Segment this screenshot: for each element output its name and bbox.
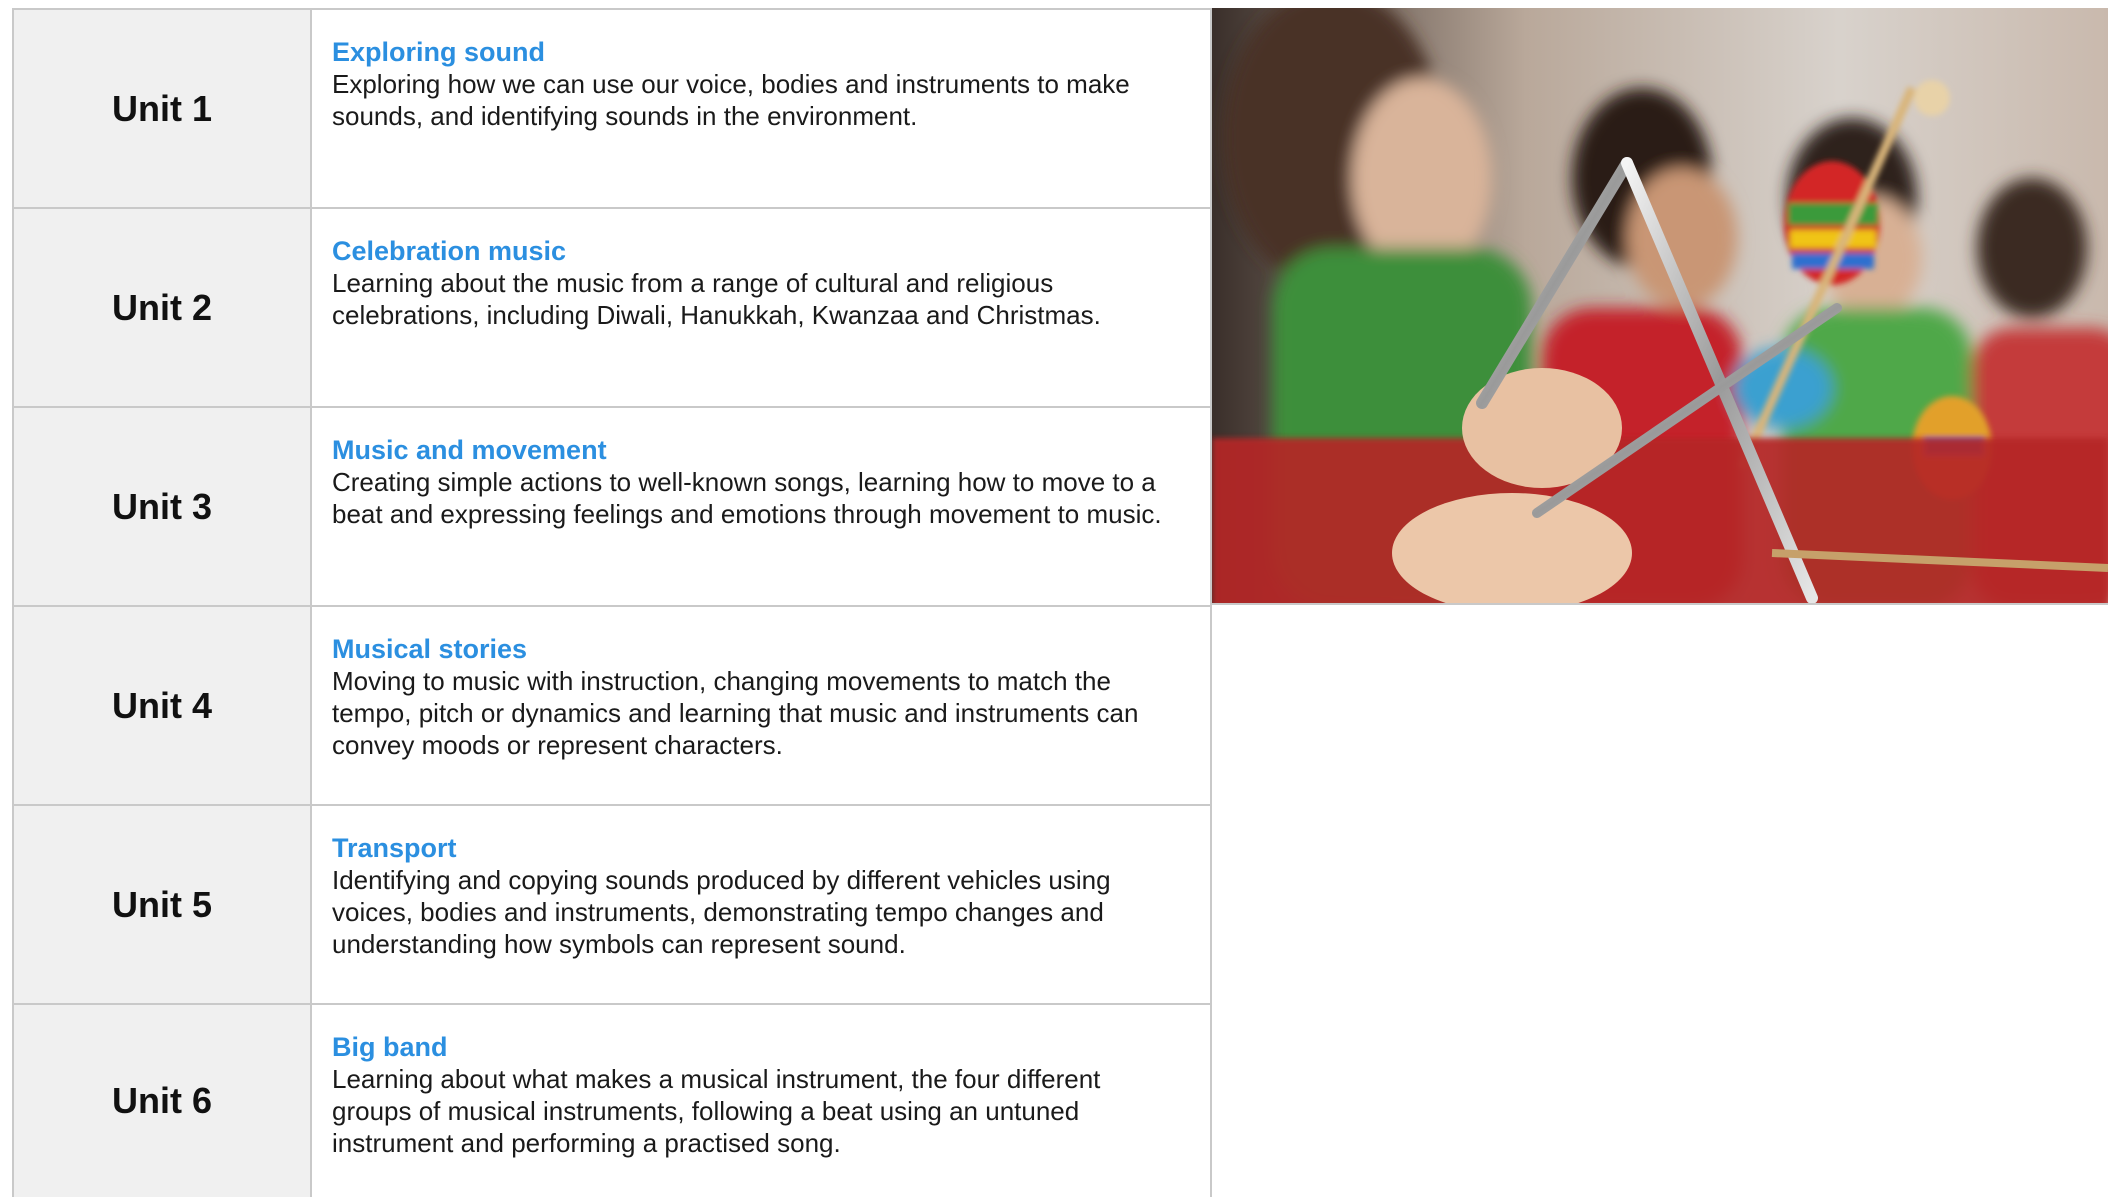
unit-label: Unit 4 — [111, 684, 212, 726]
unit-label-cell: Unit 5 — [14, 806, 312, 1003]
unit-title: Big band — [332, 1032, 448, 1062]
unit-description: Moving to music with instruction, changi… — [332, 666, 1139, 760]
unit-content-cell: Musical stories Moving to music with ins… — [312, 607, 1210, 804]
unit-description: Identifying and copying sounds produced … — [332, 865, 1111, 959]
children-instruments-photo — [1212, 8, 2108, 605]
unit-description: Creating simple actions to well-known so… — [332, 467, 1162, 529]
unit-title: Celebration music — [332, 236, 567, 266]
unit-content-cell: Celebration music Learning about the mus… — [312, 209, 1210, 406]
unit-title: Music and movement — [332, 435, 607, 465]
unit-label-cell: Unit 1 — [14, 10, 312, 207]
unit-description: Learning about what makes a musical inst… — [332, 1064, 1101, 1158]
unit-description: Exploring how we can use our voice, bodi… — [332, 69, 1130, 131]
unit-content-cell: Transport Identifying and copying sounds… — [312, 806, 1210, 1003]
unit-row: Unit 3 Music and movement Creating simpl… — [14, 408, 1210, 607]
unit-title: Musical stories — [332, 634, 528, 664]
unit-title: Transport — [332, 833, 457, 863]
unit-content-cell: Music and movement Creating simple actio… — [312, 408, 1210, 605]
unit-row: Unit 4 Musical stories Moving to music w… — [14, 607, 1210, 806]
unit-label: Unit 6 — [111, 1080, 212, 1121]
unit-title: Exploring sound — [332, 37, 545, 67]
unit-label-cell: Unit 3 — [14, 408, 312, 605]
units-table: Unit 1 Exploring sound Exploring how we … — [12, 8, 1212, 1197]
unit-label-cell: Unit 6 — [14, 1005, 312, 1197]
unit-label: Unit 1 — [111, 87, 212, 129]
unit-content-cell: Big band Learning about what makes a mus… — [312, 1005, 1210, 1197]
unit-content-cell: Exploring sound Exploring how we can use… — [312, 10, 1210, 207]
unit-label-cell: Unit 4 — [14, 607, 312, 804]
unit-label: Unit 3 — [111, 485, 212, 527]
unit-row: Unit 6 Big band Learning about what make… — [14, 1005, 1210, 1197]
unit-description: Learning about the music from a range of… — [332, 268, 1101, 330]
unit-row: Unit 2 Celebration music Learning about … — [14, 209, 1210, 408]
unit-row: Unit 1 Exploring sound Exploring how we … — [14, 10, 1210, 209]
unit-label-cell: Unit 2 — [14, 209, 312, 406]
unit-label: Unit 5 — [111, 883, 212, 925]
photo-illustration — [1212, 8, 2108, 603]
unit-row: Unit 5 Transport Identifying and copying… — [14, 806, 1210, 1005]
unit-label: Unit 2 — [111, 286, 212, 328]
